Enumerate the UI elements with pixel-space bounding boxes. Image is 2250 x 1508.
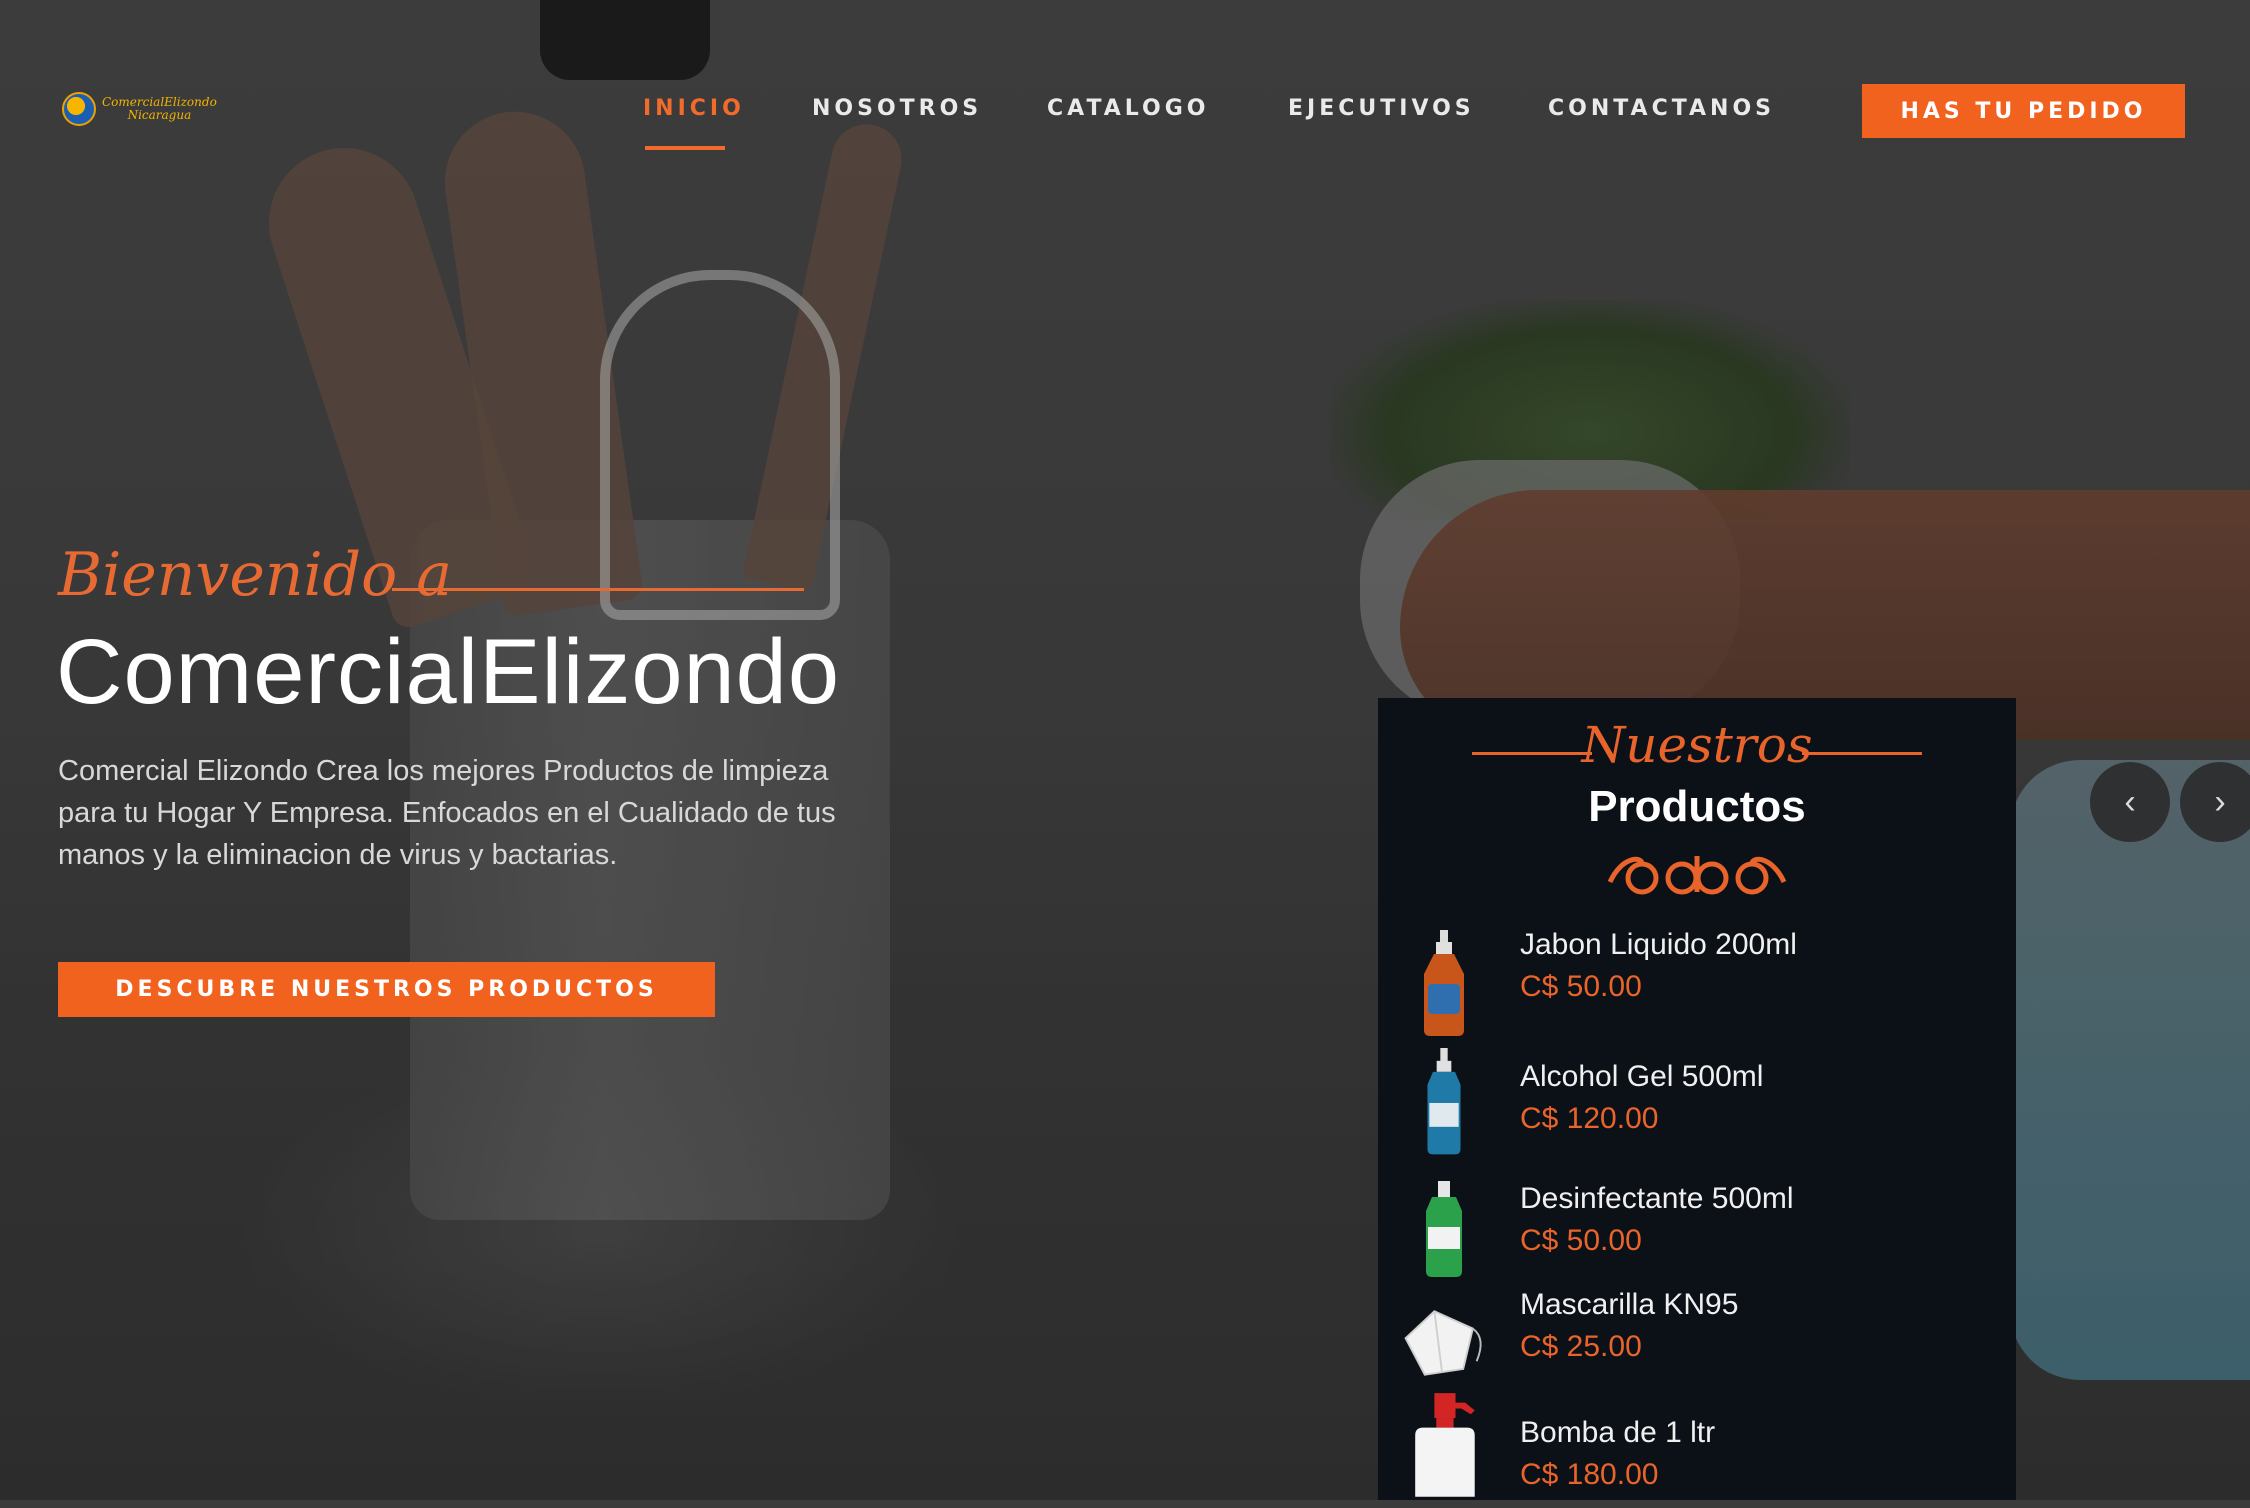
ornament-icon — [1607, 856, 1787, 895]
product-item[interactable]: Jabon Liquido 200ml C$ 50.00 — [1378, 928, 2016, 1048]
chevron-left-icon[interactable]: ‹ — [2090, 762, 2170, 842]
product-item[interactable]: Desinfectante 500ml C$ 50.00 — [1378, 1176, 2016, 1296]
product-name: Mascarilla KN95 — [1520, 1288, 1739, 1321]
site-logo[interactable]: ComercialElizondo Nicaragua — [62, 92, 217, 126]
globe-logo-icon — [62, 92, 96, 126]
product-name: Alcohol Gel 500ml — [1520, 1060, 1764, 1093]
spray-pump-icon — [1415, 1393, 1475, 1497]
products-title: Productos — [1588, 782, 1806, 831]
products-script-title: Nuestros — [1581, 716, 1813, 774]
hero-description: Comercial Elizondo Crea los mejores Prod… — [58, 755, 836, 871]
welcome-divider — [392, 588, 804, 591]
product-price: C$ 180.00 — [1520, 1458, 1659, 1491]
order-button[interactable]: HAS TU PEDIDO — [1862, 84, 2185, 138]
product-name: Desinfectante 500ml — [1520, 1182, 1794, 1215]
active-nav-underline — [645, 146, 725, 150]
products-panel: Nuestros Productos Jabon Liquido 200ml C… — [1378, 698, 2016, 1500]
welcome-script: Bienvenido a — [58, 540, 453, 610]
product-price: C$ 50.00 — [1520, 1224, 1642, 1257]
discover-products-button[interactable]: DESCUBRE NUESTROS PRODUCTOS — [58, 962, 715, 1017]
product-name: Jabon Liquido 200ml — [1520, 928, 1797, 961]
nav-item-catalogo[interactable]: CATALOGO — [1047, 96, 1210, 121]
nav-item-nosotros[interactable]: NOSOTROS — [812, 96, 982, 121]
product-item[interactable]: Alcohol Gel 500ml C$ 120.00 — [1378, 1048, 2016, 1168]
nav-item-contactanos[interactable]: CONTACTANOS — [1548, 96, 1775, 121]
hero-title: ComercialElizondo — [56, 621, 840, 723]
logo-wordmark: ComercialElizondo Nicaragua — [102, 96, 217, 122]
disinfectant-bottle-icon — [1426, 1181, 1462, 1277]
soap-bottle-icon — [1424, 930, 1464, 1036]
nav-item-inicio[interactable]: INICIO — [643, 96, 745, 121]
logo-subtext: Nicaragua — [127, 108, 192, 122]
product-item[interactable]: Bomba de 1 ltr C$ 180.00 — [1378, 1388, 2016, 1508]
product-name: Bomba de 1 ltr — [1520, 1416, 1716, 1449]
nav-item-ejecutivos[interactable]: EJECUTIVOS — [1288, 96, 1475, 121]
kn95-mask-icon — [1404, 1310, 1482, 1376]
product-price: C$ 120.00 — [1520, 1102, 1659, 1135]
product-price: C$ 25.00 — [1520, 1330, 1642, 1363]
product-price: C$ 50.00 — [1520, 970, 1642, 1003]
gel-bottle-icon — [1427, 1048, 1461, 1155]
chevron-right-icon[interactable]: › — [2180, 762, 2250, 842]
panel-divider-right — [1802, 752, 1922, 755]
